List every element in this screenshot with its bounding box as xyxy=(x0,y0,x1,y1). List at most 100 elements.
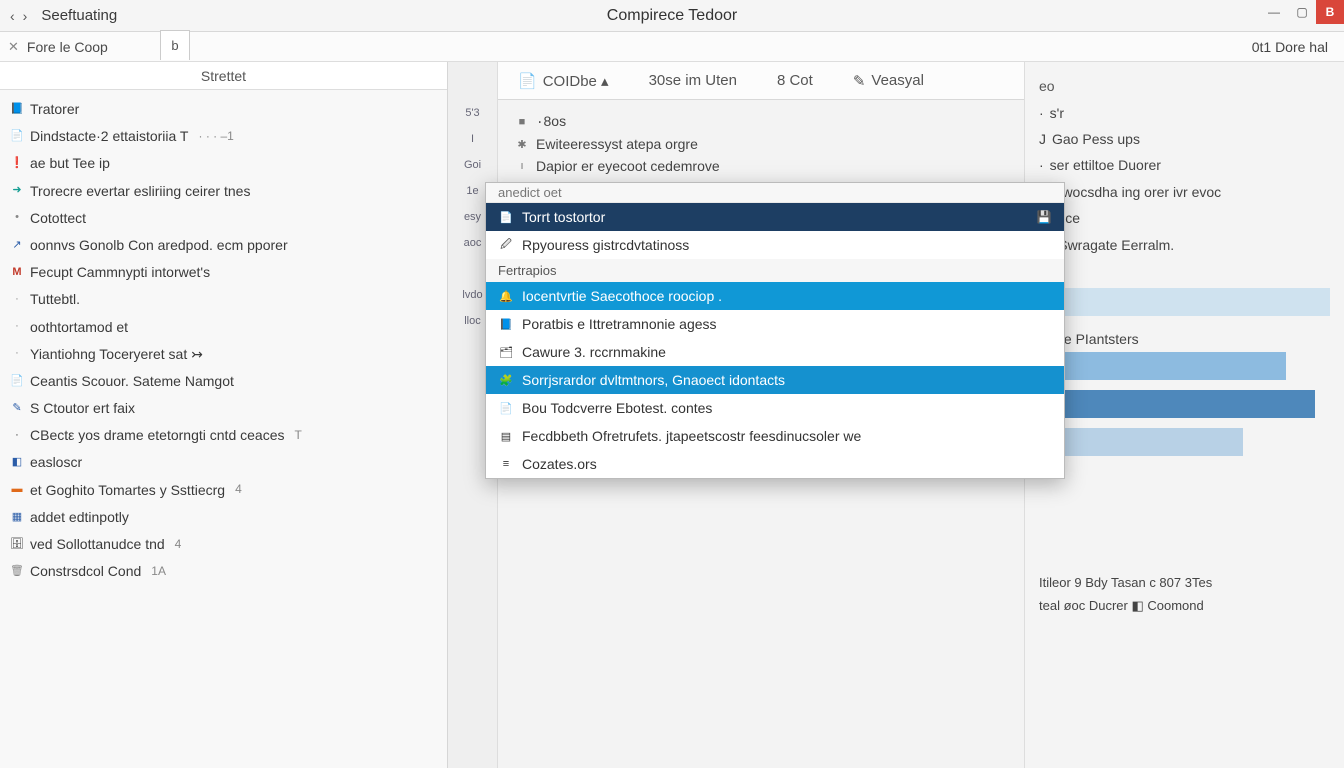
archive-icon: 🗄 xyxy=(10,538,24,552)
tab-label: Veasyal xyxy=(871,72,924,89)
footer-link[interactable]: teal øoc Ducrer ◧ Coomond xyxy=(1039,594,1330,618)
bar-label: scine PIantsters xyxy=(1039,326,1330,352)
sidebar-item-badge: · · · –1 xyxy=(194,126,233,148)
sidebar-tab[interactable]: Strettet xyxy=(0,62,447,90)
sidebar-item[interactable]: ·oothtortamod et xyxy=(8,314,439,341)
sidebar-item-label: Cotottect xyxy=(30,206,86,231)
sidebar-item-label: et Goghito Tomartes y Ssttiecrg xyxy=(30,478,225,503)
palette-item-label: Sorrjsrardor dvltmtnors, Gnaoect idontac… xyxy=(522,372,785,388)
list-item[interactable]: ✱Ewiteeressyst atepa orgre xyxy=(498,133,1024,155)
nav-back-button[interactable]: ‹ xyxy=(10,8,15,24)
command-palette[interactable]: anedict oet 📄Torrt tostortor💾🖉Rpyouress … xyxy=(485,182,1065,479)
palette-item-label: Cozates.ors xyxy=(522,456,597,472)
property-icon: · xyxy=(1039,157,1044,173)
breadcrumb: Seeftuating xyxy=(37,7,117,24)
list-item-icon: ı xyxy=(516,160,528,172)
property-icon: · xyxy=(1039,105,1044,121)
list-item[interactable]: ıDapior er eyecoot cedemrove xyxy=(498,155,1024,177)
sidebar-item[interactable]: ▬et Goghito Tomartes y Ssttiecrg4 xyxy=(8,477,439,504)
tab-close-button[interactable]: ✕ xyxy=(8,39,27,55)
sidebar-item-label: addet edtinpotly xyxy=(30,505,129,530)
sidebar-item[interactable]: 🗄ved Sollottanudce tnd4 xyxy=(8,531,439,558)
list-item[interactable]: ■ ۰8os xyxy=(498,110,1024,133)
footer-link[interactable]: Itileor 9 Bdy Tasan c 807 3Tes xyxy=(1039,571,1330,594)
sidebar-item[interactable]: 📄Ceantis Scouor. Sateme Namgot xyxy=(8,368,439,395)
sidebar-item-label: Ceantis Scouor. Sateme Namgot xyxy=(30,369,234,394)
property-row[interactable]: ◧Swragate Eerralm. xyxy=(1039,231,1330,258)
property-row[interactable]: ·s'r xyxy=(1039,100,1330,126)
sub-label: Fore le Coop xyxy=(27,39,108,55)
save-icon[interactable]: 💾 xyxy=(1036,210,1052,224)
close-button[interactable]: B xyxy=(1316,0,1344,24)
palette-item[interactable]: 🗂Cawure 3. rccrnmakine xyxy=(486,338,1064,366)
palette-item-label: Poratbis e Ittretramnonie agess xyxy=(522,316,717,332)
palette-item-icon: 🔔 xyxy=(498,288,514,304)
palette-item[interactable]: 🔔Iocentvrtie Saecothoce roociop . xyxy=(486,282,1064,310)
tab-label: 30se im Uten xyxy=(649,72,737,89)
sidebar-item[interactable]: 🗑Constrsdcol Cond1A xyxy=(8,558,439,585)
sidebar-item[interactable]: ·CBectε yos drame etetorngti cntd ceaces… xyxy=(8,422,439,449)
palette-item[interactable]: 📘Poratbis e Ittretramnonie agess xyxy=(486,310,1064,338)
sidebar-item-label: ae but Tee ip xyxy=(30,151,110,176)
palette-item-icon: ≡ xyxy=(498,456,514,472)
nav-forward-button[interactable]: › xyxy=(23,8,28,24)
sidebar-item[interactable]: 📄Dindstacte·2 ettaistoriia T· · · –1 xyxy=(8,123,439,150)
palette-item-label: Cawure 3. rccrnmakine xyxy=(522,344,666,360)
palette-item[interactable]: 📄Bou Todcverre Ebotest. contes xyxy=(486,394,1064,422)
property-row[interactable]: · ser ettiltoe Duorer xyxy=(1039,152,1330,178)
palette-section-header: Fertrapios xyxy=(486,259,1064,282)
sidebar-item[interactable]: ✎S Ctoutor ert faix xyxy=(8,395,439,422)
property-row[interactable]: 🔒wocsdha ing orer ivr evoc xyxy=(1039,178,1330,205)
sidebar-item-label: CBectε yos drame etetorngti cntd ceaces xyxy=(30,423,284,448)
bar-3 xyxy=(1039,390,1315,418)
sidebar-item[interactable]: • Cotottect xyxy=(8,205,439,232)
sidebar-item[interactable]: ↗oonnvs Gonolb Con aredpod. ecm pporer xyxy=(8,232,439,259)
property-label: Swragate Eerralm. xyxy=(1058,237,1174,253)
right-tab[interactable]: eo xyxy=(1039,72,1330,100)
sidebar-item[interactable]: ◧easloscr xyxy=(8,449,439,476)
sidebar-item-label: Dindstacte·2 ettaistoriia T xyxy=(30,124,188,149)
minimize-button[interactable]: — xyxy=(1260,0,1288,24)
main-tab[interactable]: ✎Veasyal xyxy=(853,72,924,90)
palette-item[interactable]: 🖉 Rpyouress gistrcdvtatinoss xyxy=(486,231,1064,259)
sidebar-item[interactable]: ·Yiantiohng Toceryeret sat ↣ xyxy=(8,341,439,368)
sub-tab[interactable]: b xyxy=(160,30,190,60)
sidebar-item-label: Tratorer xyxy=(30,97,79,122)
sidebar-item[interactable]: ❗ae but Tee ip xyxy=(8,150,439,177)
sidebar-item-badge: 1A xyxy=(147,561,166,583)
gutter-item: I xyxy=(448,126,497,152)
sidebar-item[interactable]: ▦addet edtinpotly xyxy=(8,504,439,531)
sidebar-item-badge: T xyxy=(290,425,301,447)
sidebar-item[interactable]: ➜Trorecre evertar esliriing ceirer tnes xyxy=(8,178,439,205)
bullet-icon: • xyxy=(10,211,24,225)
property-icon: J xyxy=(1039,131,1046,147)
property-row[interactable]: ·odce xyxy=(1039,205,1330,231)
property-row[interactable]: JGao Pess ups xyxy=(1039,126,1330,152)
sidebar-item[interactable]: 📘Tratorer xyxy=(8,96,439,123)
property-label: ser ettiltoe Duorer xyxy=(1050,157,1161,173)
palette-item-icon: 🖉 xyxy=(498,237,514,253)
sidebar-item[interactable]: M Fecupt Cammnypti intorwet's xyxy=(8,259,439,286)
bar-chart: scine PIantsters xyxy=(1039,288,1330,456)
main-tab[interactable]: 30se im Uten xyxy=(649,72,737,89)
main-tab[interactable]: 8 Cot xyxy=(777,72,813,89)
sidebar-item-label: Fecupt Cammnypti intorwet's xyxy=(30,260,210,285)
palette-item[interactable]: ▤Fecdbbeth Ofretrufets. jtapeetscostr fe… xyxy=(486,422,1064,450)
sidebar-item-label: oonnvs Gonolb Con aredpod. ecm pporer xyxy=(30,233,288,258)
sidebar-item-label: S Ctoutor ert faix xyxy=(30,396,135,421)
palette-item-label: Rpyouress gistrcdvtatinoss xyxy=(522,237,689,253)
m-icon: M xyxy=(10,266,24,280)
main-tabs: 📄COIDbe ▴ 30se im Uten 8 Cot ✎Veasyal xyxy=(498,62,1024,100)
palette-item[interactable]: 🧩Sorrjsrardor dvltmtnors, Gnaoect idonta… xyxy=(486,366,1064,394)
dot-icon: · xyxy=(10,293,24,307)
sidebar-item-badge: 4 xyxy=(231,479,242,501)
sidebar-item[interactable]: ·Tuttebtl. xyxy=(8,286,439,313)
list-item-label: ۰8os xyxy=(536,113,566,130)
list-item-icon: ■ xyxy=(516,116,528,128)
maximize-button[interactable]: ▢ xyxy=(1288,0,1316,24)
arrow-icon: ➜ xyxy=(10,184,24,198)
main-tab[interactable]: 📄COIDbe ▴ xyxy=(518,72,609,90)
sidebar-item-label: easloscr xyxy=(30,450,82,475)
palette-item[interactable]: ≡ Cozates.ors xyxy=(486,450,1064,478)
palette-item[interactable]: 📄Torrt tostortor💾 xyxy=(486,203,1064,231)
